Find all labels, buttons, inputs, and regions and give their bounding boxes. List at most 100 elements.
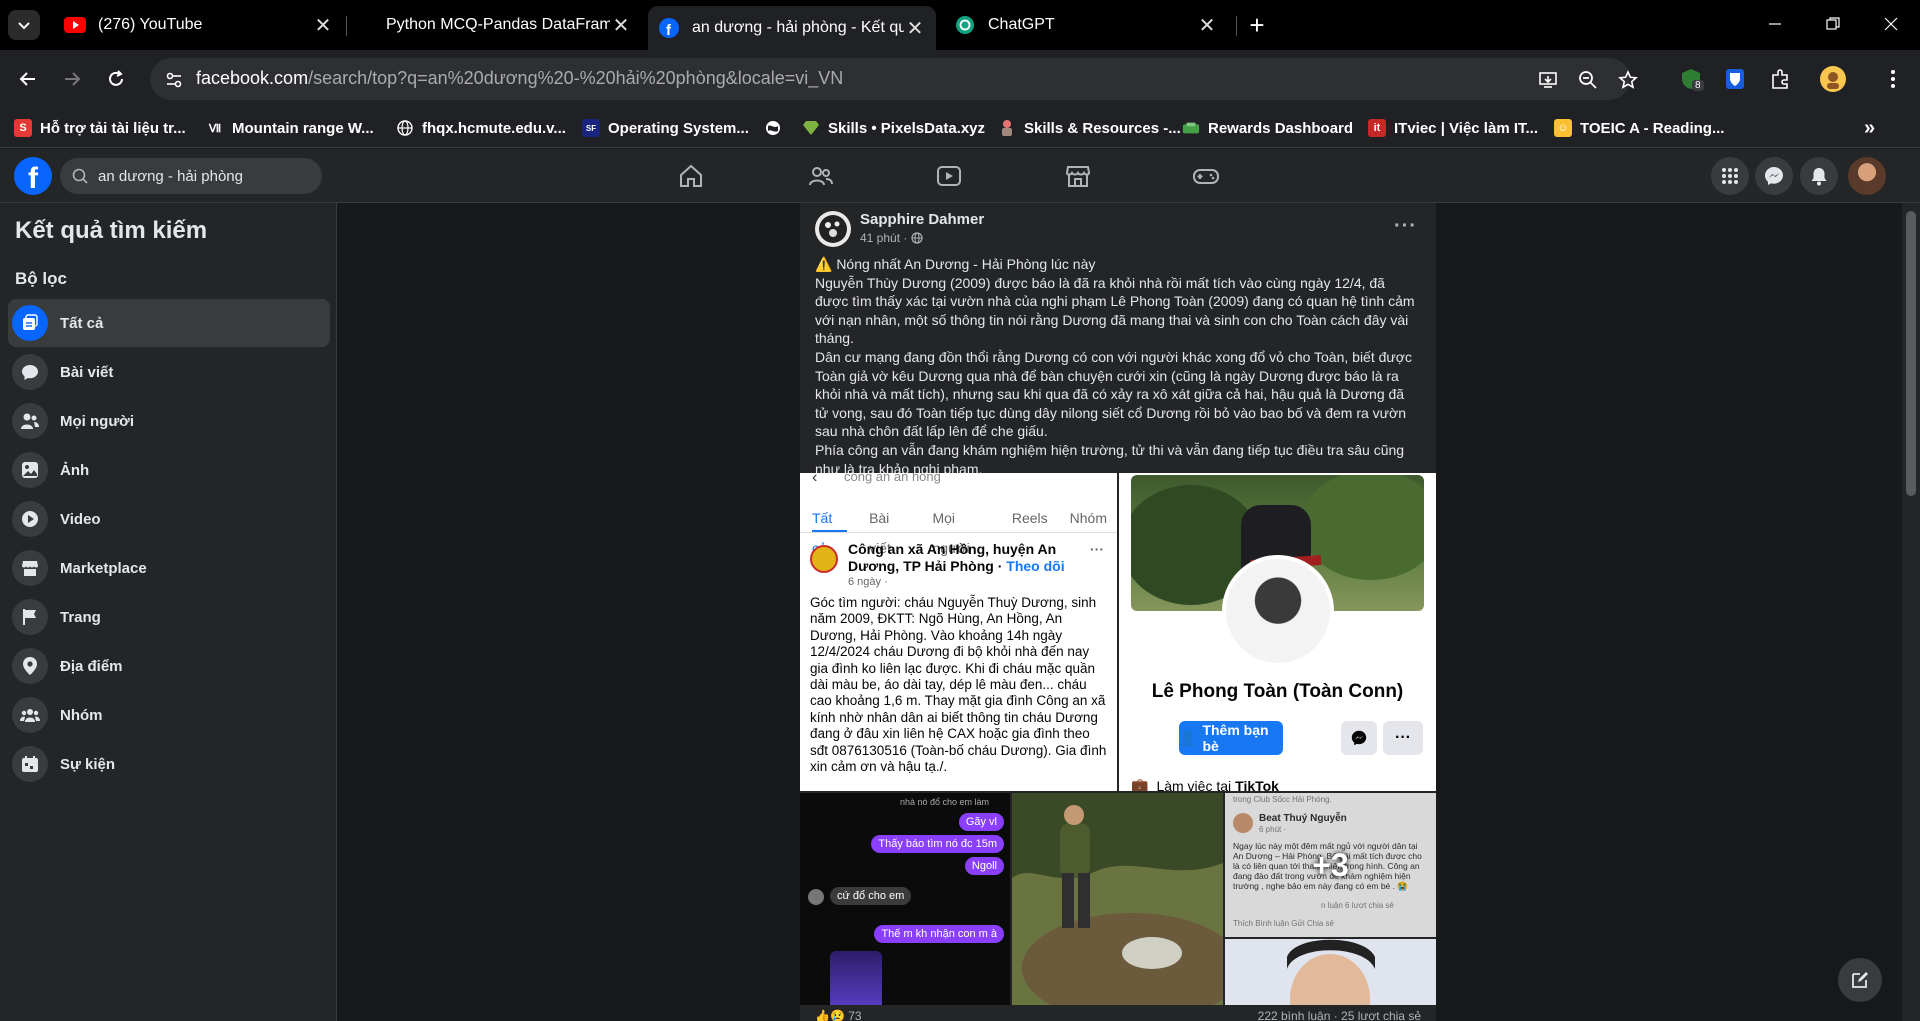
nav-home[interactable] — [673, 159, 709, 193]
post-image-social-post[interactable]: trong Club Sốcc Hải Phòng. Beat Thuý Ngu… — [1225, 793, 1436, 937]
minimize-button[interactable] — [1752, 8, 1798, 40]
bookmark-label: TOEIC A - Reading... — [1580, 119, 1725, 137]
bookmark-favicon-icon: S — [14, 119, 32, 137]
extension-bitwarden-button[interactable] — [1720, 64, 1750, 94]
chat-message: Thế m kh nhận con m à — [874, 925, 1004, 943]
filter-events[interactable]: Sự kiện — [8, 740, 330, 788]
screenshot-tab: Bài viết — [869, 510, 891, 556]
browser-menu-button[interactable] — [1878, 64, 1908, 94]
new-tab-button[interactable]: + — [1242, 10, 1272, 40]
facebook-search-box[interactable] — [60, 158, 322, 194]
posts-icon — [12, 354, 48, 390]
restore-button[interactable] — [1810, 8, 1856, 40]
globe-icon — [396, 119, 414, 137]
reactions-count[interactable]: 73 — [848, 1009, 861, 1021]
zoom-icon[interactable] — [1576, 68, 1600, 92]
chat-message: Gãy vl — [958, 813, 1004, 831]
search-input[interactable] — [98, 167, 298, 185]
post-image-portrait[interactable] — [1225, 939, 1436, 1005]
post-image-scene[interactable] — [1012, 793, 1223, 1005]
bell-icon — [1811, 168, 1827, 186]
video-icon — [12, 501, 48, 537]
bookmark-item[interactable]: S Hỗ trợ tải tài liệu tr... — [14, 116, 186, 140]
filter-groups[interactable]: Nhóm — [8, 691, 330, 739]
bookmark-item[interactable]: it ITviec | Việc làm IT... — [1368, 116, 1538, 140]
post-options-icon[interactable]: ··· — [1394, 215, 1417, 238]
chevron-down-icon — [18, 22, 30, 30]
back-button[interactable] — [12, 63, 44, 95]
filter-posts[interactable]: Bài viết — [8, 348, 330, 396]
new-message-button[interactable] — [1838, 958, 1882, 1002]
post-image-police-notice[interactable]: ‹ công an an hồng Tất cả Bài viết Mọi ng… — [800, 473, 1117, 791]
menu-button[interactable] — [1711, 157, 1749, 195]
post-author-name[interactable]: Sapphire Dahmer — [860, 211, 984, 228]
tab-youtube[interactable]: (276) YouTube ✕ — [54, 8, 344, 42]
filter-places[interactable]: Địa điểm — [8, 642, 330, 690]
scrollbar-thumb[interactable] — [1906, 211, 1916, 496]
close-tab-icon[interactable]: ✕ — [904, 16, 926, 41]
screenshot-search-text: công an an hồng — [844, 473, 941, 484]
tab-label: Python MCQ-Pandas DataFram — [386, 16, 610, 33]
comments-shares-count[interactable]: 222 bình luận · 25 lượt chia sẻ — [1258, 1009, 1421, 1021]
bookmark-item[interactable]: Rewards Dashboard — [1182, 116, 1353, 140]
filter-label: Bài viết — [60, 363, 114, 381]
filter-all[interactable]: Tất cả — [8, 299, 330, 347]
bookmark-item[interactable]: ☺ TOEIC A - Reading... — [1554, 116, 1724, 140]
bookmark-item[interactable]: Skills • PixelsData.xyz — [802, 116, 985, 140]
facebook-logo[interactable]: f — [14, 157, 52, 195]
profile-work-info: 💼 Làm việc tại TikTok — [1131, 777, 1279, 791]
bookmark-item[interactable]: Ⅶ Mountain range W... — [206, 116, 374, 140]
tab-facebook-search[interactable]: f an dương - hải phòng - Kết qu ✕ — [648, 6, 936, 50]
messenger-button[interactable] — [1755, 157, 1793, 195]
bookmark-label: fhqx.hcmute.edu.v... — [422, 119, 566, 137]
nav-marketplace[interactable] — [1060, 159, 1096, 193]
tab-chatgpt[interactable]: ChatGPT ✕ — [944, 8, 1228, 42]
globe-icon — [764, 119, 782, 137]
close-window-button[interactable] — [1868, 8, 1914, 40]
filter-label: Sự kiện — [60, 755, 116, 773]
filter-pages[interactable]: Trang — [8, 593, 330, 641]
profile-button[interactable] — [1818, 64, 1848, 94]
install-app-icon[interactable] — [1536, 68, 1560, 92]
close-tab-icon[interactable]: ✕ — [1196, 13, 1218, 38]
reload-button[interactable] — [100, 63, 132, 95]
marketplace-icon — [12, 550, 48, 586]
nav-friends[interactable] — [803, 159, 839, 193]
forward-button[interactable] — [56, 63, 88, 95]
post-image-profile[interactable]: Lê Phong Toàn (Toàn Conn) 👤 Thêm bạn bè … — [1119, 473, 1436, 791]
post-paragraph: Dân cư mạng đang đồn thổi rằng Dương có … — [815, 348, 1412, 440]
nav-gaming[interactable] — [1188, 159, 1224, 193]
bookmark-item[interactable]: Skills & Resources -... — [998, 116, 1181, 140]
tab-search-button[interactable] — [8, 10, 40, 40]
address-bar[interactable]: facebook.com/search/top?q=an%20dương%20-… — [150, 58, 1638, 100]
bookmark-item[interactable] — [764, 116, 790, 140]
post-author-avatar[interactable] — [815, 211, 851, 247]
notifications-button[interactable] — [1800, 157, 1838, 195]
bookmark-item[interactable]: fhqx.hcmute.edu.v... — [396, 116, 566, 140]
tab-python-mcq[interactable]: Python MCQ-Pandas DataFram ✕ — [376, 8, 642, 42]
filter-video[interactable]: Video — [8, 495, 330, 543]
home-icon — [680, 164, 702, 187]
scene-photo — [1012, 793, 1223, 1005]
post-image-chat[interactable]: nhà nó đổ cho em làm Gãy vl Thấy báo tìm… — [800, 793, 1010, 1005]
more-bookmarks-icon[interactable]: » — [1864, 116, 1875, 140]
bookmark-item[interactable]: SF Operating System... — [582, 116, 749, 140]
extensions-button[interactable] — [1766, 64, 1796, 94]
account-avatar[interactable] — [1848, 157, 1886, 195]
bookmark-star-icon[interactable] — [1616, 68, 1640, 92]
filter-people[interactable]: Mọi người — [8, 397, 330, 445]
filter-marketplace[interactable]: Marketplace — [8, 544, 330, 592]
filter-photos[interactable]: Ảnh — [8, 446, 330, 494]
nav-video[interactable] — [931, 159, 967, 193]
filter-heading: Bộ lọc — [15, 269, 67, 288]
close-tab-icon[interactable]: ✕ — [610, 13, 632, 38]
page-scrollbar[interactable] — [1902, 203, 1920, 1021]
profile-more-icon: ··· — [1383, 721, 1423, 755]
close-tab-icon[interactable]: ✕ — [312, 13, 334, 38]
post-timestamp[interactable]: 41 phút · — [860, 231, 923, 245]
screenshot-tab: Mọi người — [932, 510, 970, 556]
post-body: ⚠️ Nóng nhất An Dương - Hải Phòng lúc nà… — [815, 255, 1421, 478]
extension-shield-button[interactable]: 8 — [1676, 64, 1706, 94]
chat-message: Thấy báo tìm nó đc 15m — [871, 835, 1004, 853]
site-settings-icon[interactable] — [162, 68, 186, 92]
